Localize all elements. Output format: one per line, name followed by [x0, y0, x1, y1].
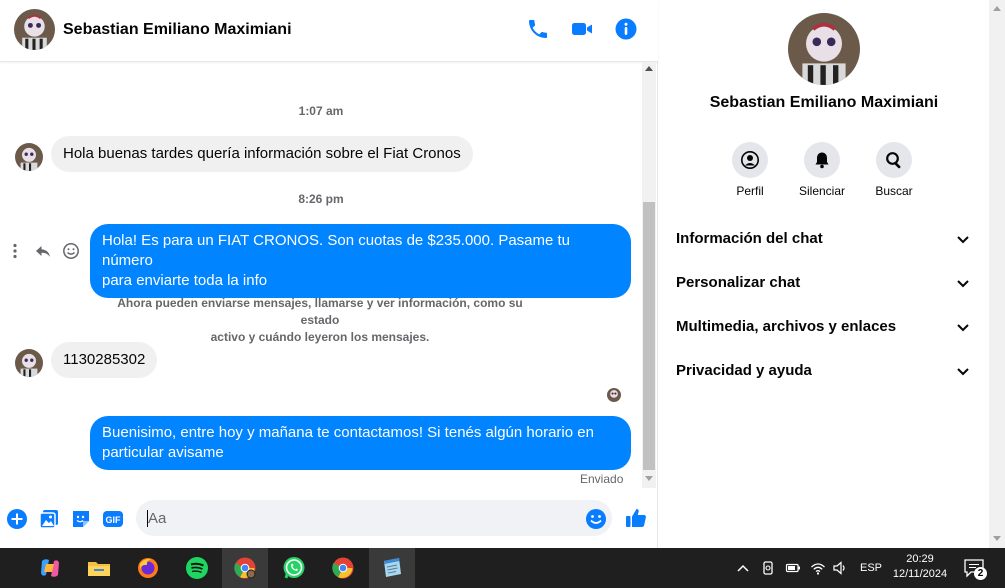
- whatsapp-icon[interactable]: [271, 548, 317, 588]
- chat-header: Sebastian Emiliano Maximiani: [0, 0, 658, 62]
- taskbar: ESP 20:29 12/11/2024 2: [0, 548, 1005, 588]
- outgoing-message[interactable]: Buenisimo, entre hoy y mañana te contact…: [90, 416, 631, 470]
- read-receipt-avatar: [607, 388, 621, 402]
- reply-icon[interactable]: [34, 242, 52, 260]
- emoji-icon[interactable]: [585, 508, 607, 530]
- chat-scrollbar[interactable]: [642, 62, 656, 488]
- chevron-down-icon: [955, 275, 971, 291]
- section-customize-chat[interactable]: Personalizar chat: [659, 260, 989, 304]
- contact-avatar[interactable]: [14, 9, 55, 50]
- profile-label: Perfil: [736, 184, 764, 198]
- copilot-icon[interactable]: [27, 548, 73, 588]
- incoming-message[interactable]: 1130285302: [51, 342, 158, 378]
- outgoing-message[interactable]: Hola! Es para un FIAT CRONOS. Son cuotas…: [90, 224, 631, 298]
- sticker-icon[interactable]: [70, 508, 92, 530]
- system-notice-line: activo y cuándo leyeron los mensajes.: [210, 330, 430, 344]
- search-label: Buscar: [875, 184, 913, 198]
- message-line: particular avisame: [102, 444, 224, 461]
- show-hidden-icons-chevron-icon[interactable]: [735, 560, 751, 576]
- chevron-down-icon: [955, 319, 971, 335]
- gallery-icon[interactable]: [38, 508, 60, 530]
- scroll-down-arrow[interactable]: [645, 476, 653, 481]
- system-notice-line: Ahora pueden enviarse mensajes, llamarse…: [117, 296, 523, 327]
- chrome-profile-icon[interactable]: [222, 548, 268, 588]
- message-line: Hola! Es para un FIAT CRONOS. Son cuotas…: [102, 232, 571, 269]
- chat-pane: Sebastian Emiliano Maximiani 1:07 am Hol…: [0, 0, 658, 548]
- volume-icon[interactable]: [832, 560, 848, 576]
- clock-date: 12/11/2024: [892, 568, 948, 580]
- incoming-message[interactable]: Hola buenas tardes quería información so…: [51, 136, 473, 172]
- chevron-down-icon: [955, 363, 971, 379]
- file-explorer-icon[interactable]: [76, 548, 122, 588]
- message-input[interactable]: [136, 500, 612, 536]
- text-caret: [147, 510, 148, 527]
- messenger-window: Sebastian Emiliano Maximiani 1:07 am Hol…: [0, 0, 1005, 548]
- section-label: Información del chat: [676, 230, 823, 247]
- contact-name[interactable]: Sebastian Emiliano Maximiani: [63, 21, 292, 39]
- sender-avatar[interactable]: [15, 143, 43, 171]
- profile-icon: [732, 142, 768, 178]
- info-scrollbar[interactable]: [989, 0, 1005, 548]
- profile-avatar[interactable]: [788, 13, 860, 85]
- gif-icon[interactable]: GIF: [102, 508, 124, 530]
- timestamp: 8:26 pm: [298, 192, 344, 206]
- section-chat-info[interactable]: Información del chat: [659, 216, 989, 260]
- system-notice: Ahora pueden enviarse mensajes, llamarse…: [100, 295, 540, 346]
- wifi-icon[interactable]: [810, 560, 826, 576]
- spotify-icon[interactable]: [174, 548, 220, 588]
- section-media-files-links[interactable]: Multimedia, archivos y enlaces: [659, 304, 989, 348]
- section-label: Multimedia, archivos y enlaces: [676, 318, 897, 335]
- gif-label: GIF: [106, 515, 122, 525]
- message-list[interactable]: 1:07 am Hola buenas tardes quería inform…: [0, 62, 642, 488]
- section-label: Personalizar chat: [676, 274, 801, 291]
- section-label: Privacidad y ayuda: [676, 362, 812, 379]
- more-options-icon[interactable]: [6, 242, 22, 260]
- thumbs-up-icon[interactable]: [624, 506, 648, 530]
- sender-avatar[interactable]: [15, 349, 43, 377]
- message-status: Enviado: [580, 472, 624, 486]
- scroll-thumb[interactable]: [643, 202, 655, 470]
- scroll-up-arrow[interactable]: [645, 66, 653, 71]
- profile-button[interactable]: Perfil: [715, 142, 785, 198]
- clock[interactable]: 20:29 12/11/2024: [880, 552, 960, 582]
- timestamp: 1:07 am: [298, 104, 344, 118]
- device-sync-icon[interactable]: [760, 560, 776, 576]
- profile-name: Sebastian Emiliano Maximiani: [709, 94, 939, 111]
- notification-badge: 2: [974, 567, 987, 580]
- scroll-up-arrow[interactable]: [993, 6, 1001, 11]
- section-privacy-help[interactable]: Privacidad y ayuda: [659, 348, 989, 392]
- phone-call-icon[interactable]: [526, 17, 550, 41]
- message-line: para enviarte toda la info: [102, 272, 268, 289]
- battery-icon[interactable]: [785, 560, 801, 576]
- chevron-down-icon: [955, 231, 971, 247]
- message-line: Buenisimo, entre hoy y mañana te contact…: [102, 424, 594, 441]
- bell-icon: [804, 142, 840, 178]
- conversation-info-pane: Sebastian Emiliano Maximiani Perfil Sile…: [659, 0, 989, 548]
- clock-time: 20:29: [906, 553, 934, 565]
- search-icon: [876, 142, 912, 178]
- video-call-icon[interactable]: [570, 17, 594, 41]
- chrome-icon[interactable]: [320, 548, 366, 588]
- notepad-icon[interactable]: [369, 548, 415, 588]
- firefox-icon[interactable]: [125, 548, 171, 588]
- mute-button[interactable]: Silenciar: [787, 142, 857, 198]
- input-language-indicator[interactable]: ESP: [860, 562, 882, 574]
- info-icon[interactable]: [614, 17, 638, 41]
- composer: GIF: [0, 490, 658, 548]
- mute-label: Silenciar: [798, 184, 846, 198]
- search-button[interactable]: Buscar: [859, 142, 929, 198]
- react-smiley-icon[interactable]: [62, 242, 80, 260]
- plus-icon[interactable]: [6, 508, 28, 530]
- scroll-down-arrow[interactable]: [993, 536, 1001, 541]
